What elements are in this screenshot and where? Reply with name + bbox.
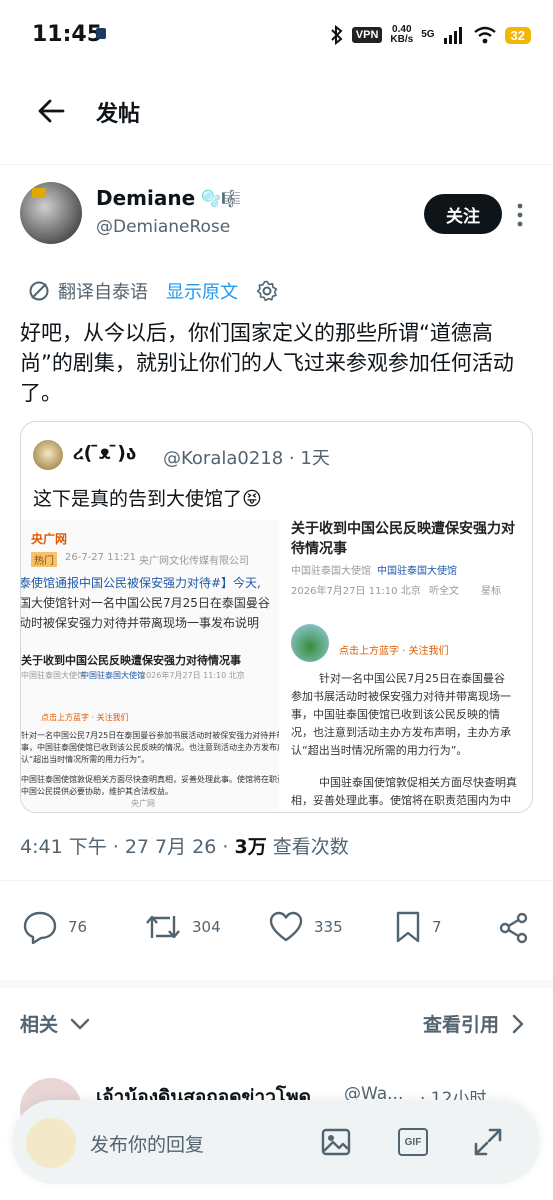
reply-icon (23, 911, 57, 944)
img-line: 国大使馆针对一名中国公民7月25日在泰国曼谷 (21, 596, 270, 610)
translation-bar: 翻译自泰语 显示原文 (28, 278, 278, 304)
bookmark-button[interactable]: 7 (394, 910, 442, 944)
like-button[interactable]: 335 (268, 910, 343, 944)
img-sub: 中国驻泰国大使馆 (377, 566, 457, 577)
network-speed: 0.40 KB/s (390, 24, 414, 45)
reply-button[interactable]: 76 (22, 910, 87, 944)
author-name-emoji: 🫧🎼 (201, 188, 242, 208)
img-para: 针对一名中国公民7月25日在泰国曼谷 (319, 672, 505, 685)
author-handle[interactable]: @DemianeRose (96, 217, 230, 237)
repost-icon (146, 915, 180, 939)
img-para: 事，中国驻泰国使馆已收到该公民反映的情况。也注意到活动主办方发布声明 (21, 743, 279, 752)
img-para: 参加书展活动时被保安强力对待并带离现场一 (291, 690, 511, 703)
like-count: 335 (314, 918, 343, 936)
views-count: 3万 (234, 836, 267, 858)
chevron-down-icon (70, 1018, 90, 1029)
img-line: 泰使馆通报中国公民被保安强力对待#】今天, (21, 576, 261, 590)
img-watermark: 央广网 (131, 799, 155, 808)
quoted-avatar (33, 440, 63, 470)
vpn-badge: VPN (351, 27, 383, 43)
related-dropdown[interactable]: 相关 (20, 1010, 90, 1037)
translate-icon (29, 281, 49, 301)
app-notification-icon (96, 28, 106, 39)
author-avatar[interactable] (20, 182, 82, 244)
signal-icon (443, 27, 462, 44)
heart-icon (269, 911, 303, 942)
action-bar: 76 304 335 7 (0, 906, 553, 950)
network-type: 5G (421, 29, 435, 40)
img-sub: 中国驻泰国大使馆 (291, 566, 371, 577)
repost-count: 304 (192, 918, 221, 936)
follow-button[interactable]: 关注 (424, 194, 502, 234)
gif-button[interactable]: GIF (398, 1128, 428, 1156)
quoted-author-handle: @Korala0218 · 1天 (163, 448, 330, 469)
post-meta: 4:41 下午 · 27 7月 26 · 3万 查看次数 (20, 836, 349, 858)
img-star: 星标 (481, 586, 501, 597)
img-follow: 点击上方蓝字 · 关注我们 (41, 713, 129, 722)
repost-button[interactable]: 304 (144, 910, 221, 944)
img-para: 针对一名中国公民7月25日在泰国曼谷参加书展活动时被保安强力对待并带离 (21, 731, 279, 740)
quoted-image-right[interactable]: 关于收到中国公民反映遭保安强力对 待情况事 中国驻泰国大使馆 中国驻泰国大使馆 … (283, 520, 532, 812)
img-para: 事，中国驻泰国使馆已收到该公民反映的情 (291, 708, 500, 721)
quoted-author-name: ረ( ̄ᴥ ̄)ა (73, 442, 137, 464)
img-para: 相，妥善处理此事。使馆将在职责范围内为中 (291, 794, 511, 807)
img-para: 中国驻泰国使馆敦促相关方面尽快查明真相，妥善处理此事。使馆将在职责范 (21, 775, 279, 784)
expand-icon[interactable] (472, 1126, 504, 1158)
author-name[interactable]: Demiane 🫧🎼 (96, 186, 241, 210)
quoted-text: 这下是真的告到大使馆了😝 (33, 488, 262, 510)
bookmark-icon (396, 911, 420, 943)
img-listen: 听全文 (429, 586, 459, 597)
img-sub: 中国驻泰国大使馆 (21, 671, 85, 680)
post-text: 好吧，从今以后，你们国家定义的那些所谓“道德高尚”的剧集，就别让你们的人飞过来参… (20, 321, 514, 405)
bookmark-count: 7 (432, 918, 442, 936)
img-org: 央广网文化传媒有限公司 (139, 556, 249, 567)
img-follow: 点击上方蓝字 · 关注我们 (339, 646, 449, 657)
img-sub: 2026年7月27日 11:10 北京 (141, 671, 245, 680)
reply-bar: 发布你的回复 GIF (12, 1100, 540, 1184)
status-time: 11:45 (32, 22, 103, 47)
img-line: 动时被保安强力对待并带离现场一事发布说明 (21, 616, 260, 630)
img-emblem (291, 624, 329, 662)
image-icon[interactable] (320, 1126, 352, 1158)
img-headline: 关于收到中国公民反映遭保安强力对待情况事 (21, 654, 241, 667)
crown-decoration (32, 188, 46, 198)
status-bar: 11:45 VPN 0.40 KB/s 5G 32 (0, 0, 553, 70)
meta-divider (0, 880, 553, 881)
header-divider (0, 164, 553, 165)
img-para: 中国公民提供必要协助，维护其合法权益。 (21, 787, 173, 796)
back-arrow-icon[interactable] (36, 96, 66, 126)
section-divider (0, 980, 553, 988)
img-para: 况，也注意到活动主办方发布声明，主办方承 (291, 726, 511, 739)
img-source: 央广网 (31, 532, 68, 546)
more-options-icon[interactable] (516, 202, 524, 228)
img-title: 关于收到中国公民反映遭保安强力对 (291, 521, 515, 537)
share-icon (499, 912, 528, 944)
top-app-bar: 发帖 (0, 80, 553, 144)
img-date: 26-7-27 11:21 (65, 552, 137, 563)
quoted-post[interactable]: ረ( ̄ᴥ ̄)ა @Korala0218 · 1天 这下是真的告到大使馆了😝 … (20, 421, 533, 813)
img-para: 认“超出当时情况所需的用力行为”。 (21, 755, 150, 764)
wifi-icon (473, 26, 496, 44)
share-button[interactable] (498, 912, 530, 944)
translated-from-label: 翻译自泰语 (58, 282, 148, 303)
img-date: 2026年7月27日 11:10 北京 (291, 586, 421, 597)
reply-count: 76 (68, 918, 88, 936)
user-avatar (26, 1118, 76, 1168)
chevron-right-icon (512, 1014, 524, 1033)
page-title: 发帖 (96, 102, 141, 127)
quoted-image-left[interactable]: 央广网 热门 26-7-27 11:21 央广网文化传媒有限公司 泰使馆通报中国… (21, 520, 279, 812)
img-title: 待情况事 (291, 541, 347, 557)
show-original-link[interactable]: 显示原文 (166, 278, 238, 304)
bluetooth-icon (331, 25, 343, 45)
img-sub: 中国驻泰国大使馆 (81, 671, 145, 680)
img-para: 中国驻泰国使馆敦促相关方面尽快查明真 (319, 776, 517, 789)
battery-indicator: 32 (504, 26, 531, 44)
img-hot-badge: 热门 (31, 552, 57, 567)
gear-icon[interactable] (256, 280, 278, 302)
reply-input[interactable]: 发布你的回复 (90, 1130, 204, 1157)
img-para: 认“超出当时情况所需的用力行为”。 (291, 744, 468, 757)
view-quotes-link[interactable]: 查看引用 (423, 1010, 525, 1037)
